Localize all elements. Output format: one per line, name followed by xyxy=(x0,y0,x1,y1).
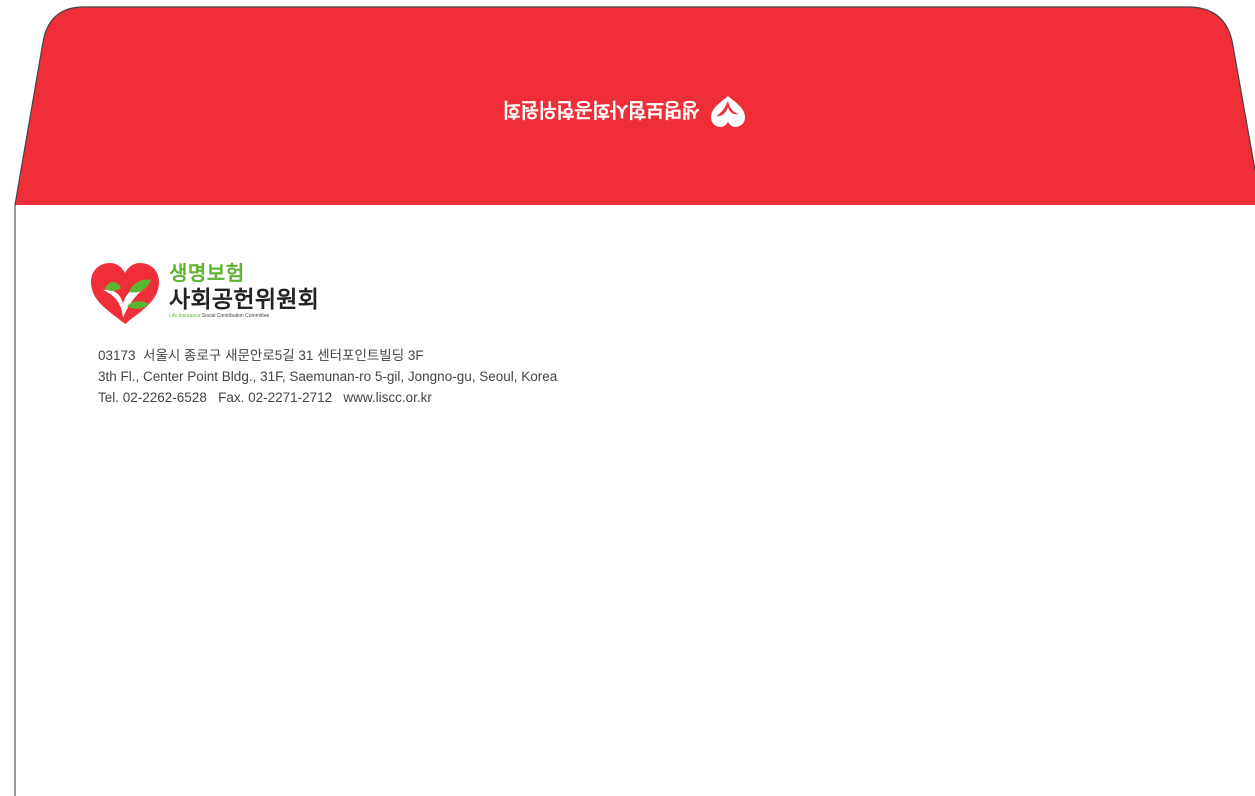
logo-title-line2: 사회공헌위원회 xyxy=(169,286,320,312)
address-korean: 03173 서울시 종로구 새문안로5길 31 센터포인트빌딩 3F xyxy=(98,348,424,363)
heart-leaf-icon xyxy=(91,263,159,324)
address-english: 3th Fl., Center Point Bldg., 31F, Saemun… xyxy=(98,369,558,384)
address-block: 03173 서울시 종로구 새문안로5길 31 센터포인트빌딩 3F 3th F… xyxy=(98,345,557,408)
logo-subtitle: Life Insurance Social Contribution Commi… xyxy=(169,312,319,320)
logo-title-line1: 생명보험 xyxy=(169,263,245,285)
contact-line: Tel. 02-2262-6528 Fax. 02-2271-2712 www.… xyxy=(98,390,432,405)
heart-leaf-icon xyxy=(710,96,745,127)
flap-logo: 생명보험사회공헌위원회 xyxy=(503,94,748,128)
flap-logo-text: 생명보험사회공헌위원회 xyxy=(503,97,700,120)
logo-subtitle-rest: Social Contribution Committee xyxy=(200,313,270,319)
logo-subtitle-green: Life Insurance xyxy=(169,313,201,319)
organization-logo: 생명보험 사회공헌위원회 Life Insurance Social Contr… xyxy=(89,262,319,326)
